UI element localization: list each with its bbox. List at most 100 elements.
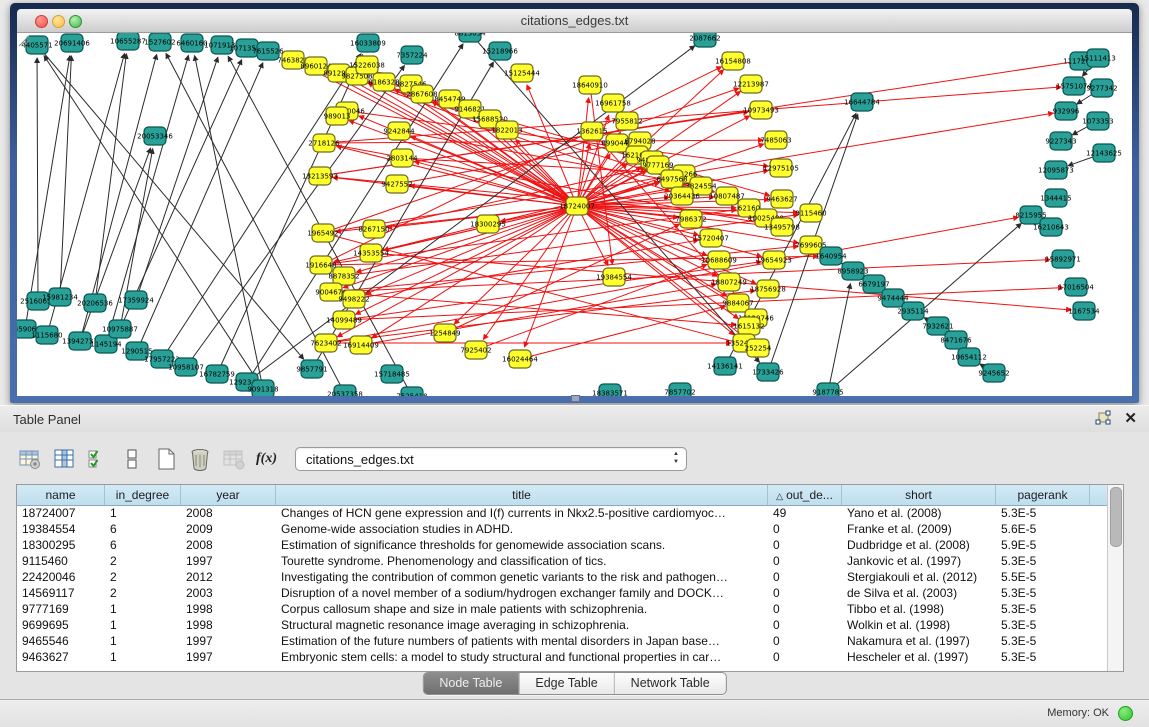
network-node[interactable]: 2867608	[406, 85, 437, 103]
table-cell[interactable]: Jankovic et al. (1997)	[842, 553, 996, 569]
table-selector-dropdown[interactable]: citations_edges.txt ▲▼	[295, 447, 687, 471]
network-node[interactable]: 252254	[745, 339, 772, 357]
select-all-icon[interactable]	[86, 447, 110, 471]
network-node[interactable]: 1965492	[307, 224, 338, 242]
network-node[interactable]: 6497568	[656, 170, 687, 188]
table-cell[interactable]: 0	[768, 521, 842, 537]
table-cell[interactable]: 9777169	[17, 601, 105, 617]
network-node[interactable]: 16961758	[595, 94, 631, 112]
table-cell[interactable]: 1997	[181, 633, 276, 649]
network-node[interactable]: 15218966	[482, 42, 518, 60]
table-scrollbar-thumb[interactable]	[1110, 487, 1122, 547]
table-cell[interactable]: 18300295	[17, 537, 105, 553]
table-row[interactable]: 2242004622012Investigating the contribut…	[17, 569, 1108, 585]
table-cell[interactable]: 1	[105, 505, 181, 521]
network-edge[interactable]	[445, 224, 679, 333]
network-edge[interactable]	[37, 58, 38, 301]
network-node[interactable]: 1073353	[1082, 112, 1113, 130]
network-node[interactable]: 1615132	[733, 317, 764, 335]
table-cell[interactable]: 5.3E-5	[996, 601, 1090, 617]
table-cell[interactable]: 1	[105, 633, 181, 649]
network-edge[interactable]	[577, 206, 761, 257]
table-row[interactable]: 969969511998Structural magnetic resonanc…	[17, 617, 1108, 633]
table-row[interactable]: 1456911722003Disruption of a novel membe…	[17, 585, 1108, 601]
network-node[interactable]: 8878352	[328, 267, 359, 285]
table-cell[interactable]: Tourette syndrome. Phenomenology and cla…	[276, 553, 768, 569]
window-titlebar[interactable]: citations_edges.txt	[17, 9, 1132, 33]
network-node[interactable]: 7357224	[396, 46, 428, 64]
table-row[interactable]: 1830029562008Estimation of significance …	[17, 537, 1108, 553]
network-node[interactable]: 18383571	[592, 384, 628, 396]
table-cell[interactable]: 5.9E-5	[996, 537, 1090, 553]
network-node[interactable]: 1344415	[1040, 189, 1071, 207]
network-node[interactable]: 9857791	[296, 360, 327, 378]
network-node[interactable]: 15125444	[504, 64, 540, 82]
network-node[interactable]: 12143625	[1086, 144, 1122, 162]
network-node[interactable]: 9427552	[381, 175, 412, 193]
network-edge[interactable]	[331, 292, 736, 325]
table-cell[interactable]: 5.3E-5	[996, 553, 1090, 569]
table-cell[interactable]: 1997	[181, 649, 276, 665]
table-header-cell-year[interactable]: year	[181, 485, 276, 505]
column-visibility-icon[interactable]	[52, 447, 76, 471]
table-cell[interactable]: Wolkin et al. (1998)	[842, 617, 996, 633]
table-settings-icon[interactable]	[18, 447, 42, 471]
network-node[interactable]: 20691406	[54, 34, 90, 52]
table-cell[interactable]: 2008	[181, 505, 276, 521]
network-edge[interactable]	[137, 63, 263, 351]
network-node[interactable]: 1254849	[429, 324, 460, 342]
network-node[interactable]: 2718126	[308, 134, 340, 152]
table-cell[interactable]: 5.3E-5	[996, 585, 1090, 601]
network-node[interactable]: 7525418	[396, 387, 427, 396]
network-edge[interactable]	[37, 45, 304, 359]
network-edge[interactable]	[60, 56, 71, 297]
close-panel-icon[interactable]: ✕	[1124, 410, 1137, 428]
network-node[interactable]: 989013	[324, 107, 351, 125]
network-node[interactable]: 8267150	[358, 220, 389, 238]
network-node[interactable]: 1916648	[305, 256, 336, 274]
table-scrollbar[interactable]	[1107, 485, 1123, 671]
network-node[interactable]: 10654112	[951, 348, 987, 366]
network-edge[interactable]	[195, 56, 263, 389]
table-cell[interactable]: Tibbo et al. (1998)	[842, 601, 996, 617]
table-cell[interactable]: 2012	[181, 569, 276, 585]
network-node[interactable]: 2803144	[386, 149, 418, 167]
new-table-icon[interactable]	[154, 447, 178, 471]
network-node[interactable]: 9115460	[795, 204, 826, 222]
table-header-cell-in_degree[interactable]: in_degree	[105, 485, 181, 505]
table-row[interactable]: 977716911998Corpus callosum shape and si…	[17, 601, 1108, 617]
network-node[interactable]: 2935114	[897, 302, 929, 320]
table-cell[interactable]: 5.6E-5	[996, 521, 1090, 537]
table-cell[interactable]: 2008	[181, 537, 276, 553]
network-node[interactable]: 1527602	[144, 33, 175, 51]
table-cell[interactable]: Disruption of a novel member of a sodium…	[276, 585, 768, 601]
table-cell[interactable]: 49	[768, 505, 842, 521]
table-cell[interactable]: 0	[768, 633, 842, 649]
table-cell[interactable]: Genome-wide association studies in ADHD.	[276, 521, 768, 537]
table-cell[interactable]: Structural magnetic resonance image aver…	[276, 617, 768, 633]
tab-node-table[interactable]: Node Table	[423, 673, 519, 694]
network-node[interactable]: 9463627	[766, 190, 797, 208]
network-node[interactable]: 12095873	[1038, 161, 1074, 179]
table-row[interactable]: 1938455462009Genome-wide association stu…	[17, 521, 1108, 537]
table-cell[interactable]: 5.3E-5	[996, 649, 1090, 665]
table-cell[interactable]: 0	[768, 553, 842, 569]
table-cell[interactable]: 9463627	[17, 649, 105, 665]
network-edge[interactable]	[344, 288, 1063, 320]
network-edge[interactable]	[331, 260, 1050, 292]
table-cell[interactable]: Estimation of the future numbers of pati…	[276, 633, 768, 649]
network-node[interactable]: 932996	[1053, 102, 1080, 120]
table-cell[interactable]: 5.3E-5	[996, 505, 1090, 521]
network-node[interactable]: 12213987	[733, 75, 769, 93]
table-cell[interactable]: Changes of HCN gene expression and I(f) …	[276, 505, 768, 521]
network-edge[interactable]	[525, 206, 577, 347]
network-node[interactable]: 8813054	[454, 33, 486, 42]
table-cell[interactable]: 14569117	[17, 585, 105, 601]
network-edge[interactable]	[577, 206, 734, 335]
network-edge[interactable]	[520, 306, 725, 359]
table-cell[interactable]: 22420046	[17, 569, 105, 585]
tab-network-table[interactable]: Network Table	[615, 673, 726, 694]
table-cell[interactable]: 1997	[181, 553, 276, 569]
table-header-cell-out_de[interactable]: △out_de...	[768, 485, 842, 505]
network-node[interactable]: 17359924	[118, 291, 154, 309]
